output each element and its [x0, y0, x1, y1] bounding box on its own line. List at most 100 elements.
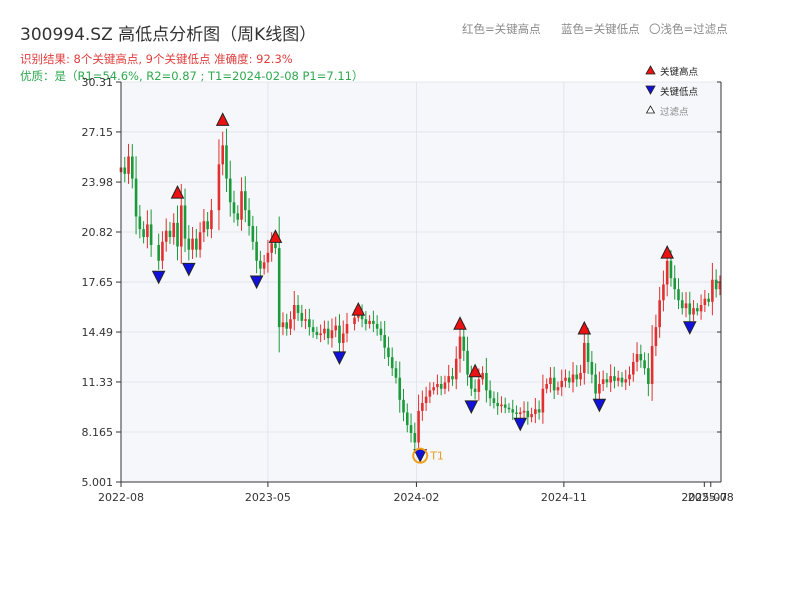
candle-body — [146, 224, 149, 238]
candle-body — [296, 305, 300, 313]
candle-body — [654, 327, 658, 347]
candle-body — [552, 377, 556, 391]
candle-body — [138, 216, 142, 230]
candle-body — [172, 222, 176, 238]
candle-body — [684, 303, 688, 309]
legend-high-label: 关键高点 — [660, 66, 699, 78]
top-legend-light: 〇浅色=过滤点 — [649, 22, 728, 36]
candle-body — [518, 412, 522, 415]
candle-body — [579, 372, 582, 380]
candle-body — [232, 202, 236, 214]
x-tick-label: 2022-08 — [98, 491, 144, 504]
y-tick-label: 23.98 — [82, 176, 114, 189]
candle-body — [402, 399, 405, 413]
candle-body — [341, 333, 345, 343]
candle-body — [432, 387, 435, 391]
legend-low-label: 关键低点 — [660, 86, 699, 98]
candle-body — [616, 377, 620, 381]
candle-body — [692, 308, 695, 315]
x-tick-label: 2024-11 — [541, 491, 587, 504]
candle-body — [368, 320, 371, 324]
candle-body — [575, 374, 579, 380]
candle-body — [168, 230, 172, 238]
candle-body — [131, 156, 134, 179]
candle-body — [530, 414, 533, 418]
candle-body — [567, 377, 571, 383]
candle-body — [236, 213, 240, 220]
candle-body — [549, 377, 552, 385]
candle-body — [409, 425, 413, 434]
candle-body — [417, 410, 420, 443]
candle-body — [179, 205, 183, 247]
candle-body — [300, 312, 304, 321]
candle-body — [330, 330, 334, 339]
candle-body — [515, 412, 518, 415]
candle-body — [522, 410, 526, 413]
candle-body — [586, 342, 590, 362]
y-tick-label: 8.165 — [82, 426, 114, 439]
candle-body — [696, 308, 699, 312]
candle-body — [507, 407, 511, 410]
candle-body — [319, 333, 322, 336]
x-axis-ticks: 2022-08 2023-05 2024-02 2024-11 2025-072025-… — [98, 482, 734, 504]
candle-body — [447, 376, 451, 383]
candle-body — [481, 372, 484, 380]
candle-body — [688, 303, 692, 315]
candle-body — [462, 336, 466, 351]
candle-body — [534, 409, 537, 415]
candle-body — [183, 205, 187, 239]
candle-body — [436, 384, 439, 388]
candle-body — [466, 350, 469, 375]
chart-title: 300994.SZ 高低点分析图（周K线图） — [20, 25, 316, 45]
candle-body — [379, 328, 383, 336]
candle-body — [375, 323, 379, 329]
candle-body — [454, 358, 458, 380]
candle-body — [662, 284, 665, 301]
top-legend: 红色=关键高点 蓝色=关键低点 〇浅色=过滤点 — [462, 22, 728, 36]
candle-body — [631, 361, 635, 375]
candle-body — [545, 384, 548, 389]
candle-body — [451, 376, 454, 380]
candle-body — [485, 372, 488, 391]
candle-body — [413, 433, 417, 443]
candle-body — [274, 243, 277, 249]
candle-body — [266, 252, 270, 263]
candle-body — [571, 374, 575, 383]
candle-body — [217, 164, 221, 211]
legend-filtered-label: 过滤点 — [660, 106, 689, 118]
candle-body — [598, 384, 601, 394]
candle-body — [187, 238, 191, 250]
candle-body — [594, 374, 597, 394]
x-tick-label: 2024-02 — [393, 491, 439, 504]
candle-body — [492, 398, 496, 403]
candle-body — [326, 328, 330, 339]
candle-body — [714, 279, 718, 290]
candle-body — [428, 390, 432, 397]
candle-body — [255, 241, 258, 261]
candle-body — [590, 361, 594, 375]
candle-body — [364, 319, 368, 324]
y-tick-label: 17.65 — [82, 276, 114, 289]
y-tick-label: 11.33 — [82, 376, 114, 389]
candle-body — [323, 328, 326, 334]
candle-body — [225, 145, 228, 179]
candle-body — [311, 327, 315, 332]
y-tick-label: 30.31 — [82, 76, 114, 89]
candle-body — [635, 353, 639, 362]
candle-body — [703, 298, 707, 306]
candle-body — [372, 320, 375, 324]
candle-body — [142, 229, 145, 238]
candle-body — [560, 380, 564, 388]
candle-body — [277, 248, 281, 328]
candle-body — [315, 331, 319, 336]
candle-body — [398, 377, 402, 400]
candle-body — [473, 388, 477, 392]
candle-body — [353, 317, 356, 324]
chart: 300994.SZ 高低点分析图（周K线图） 识别结果: 8个关键高点, 9个关… — [20, 22, 734, 504]
y-tick-label: 14.49 — [82, 326, 114, 339]
candle-body — [292, 305, 296, 320]
candle-body — [206, 221, 209, 230]
candle-body — [176, 222, 179, 247]
candle-body — [251, 225, 255, 242]
candle-body — [247, 210, 251, 226]
